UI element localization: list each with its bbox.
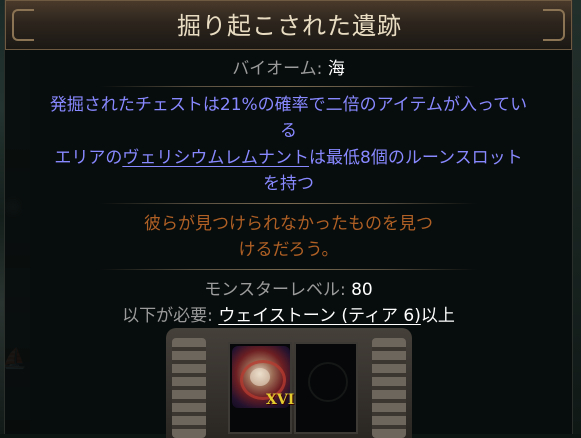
waystone-core [250, 368, 270, 386]
separator [100, 269, 477, 270]
tooltip-header: 掘り起こされた遺跡 [5, 0, 572, 50]
frame-pillar-right [372, 338, 406, 438]
requirement-label: 以下が必要: [122, 306, 213, 326]
monster-level-line: モンスターレベル: 80 [5, 277, 572, 303]
implicit-mod-2-prefix: エリアの [54, 148, 123, 168]
implicit-mod-2-line-1: エリアのヴェリシウムレムナントは最低8個のルーンスロット [5, 145, 572, 171]
monster-level-value: 80 [351, 280, 373, 300]
implicit-mod-1-line-2: る [280, 121, 297, 141]
separator [100, 86, 477, 87]
biome-value: 海 [327, 59, 345, 79]
item-tier-label: XVI [266, 392, 295, 408]
implicit-mod-1-line-1: 発掘されたチェストは21%の確率で二倍のアイテムが入ってい [49, 95, 528, 115]
implicit-mod-2-suffix: は最低8個のルーンスロット [309, 148, 523, 168]
ornament-icon [308, 362, 348, 402]
flavour-text-line-2: けるだろう。 [238, 240, 339, 260]
flavour-text-line-1: 彼らが見つけられなかったものを見つ [144, 214, 433, 234]
implicit-mod-2-line-2: を持つ [263, 174, 314, 194]
verisium-remnant-link[interactable]: ヴェリシウムレムナント [122, 148, 309, 168]
requirement-line: 以下が必要: ウェイストーン (ティア 6)以上 [5, 303, 572, 329]
waystone-requirement-link[interactable]: ウェイストーン (ティア 6) [218, 306, 421, 326]
requirement-suffix: 以上 [420, 306, 455, 326]
biome-line: バイオーム: 海 [5, 56, 572, 82]
frame-pillar-left [172, 338, 206, 438]
separator [100, 203, 477, 204]
monster-level-label: モンスターレベル: [204, 280, 346, 300]
biome-label: バイオーム: [232, 59, 323, 79]
socket-slot-empty[interactable] [294, 342, 358, 434]
tooltip-title: 掘り起こされた遺跡 [177, 12, 402, 40]
